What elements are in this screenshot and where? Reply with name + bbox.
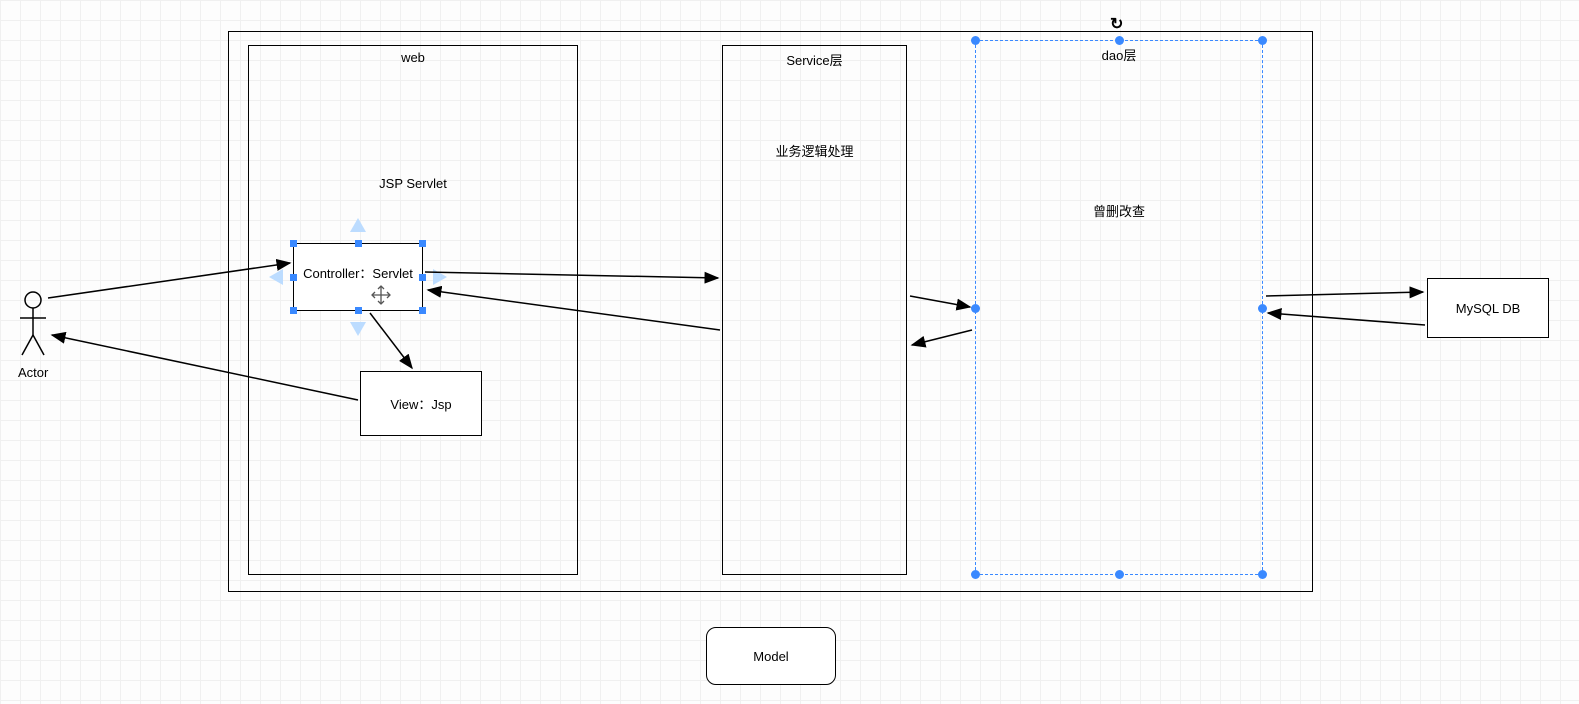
web-subtitle: JSP Servlet <box>379 176 447 191</box>
service-subtitle: 业务逻辑处理 <box>775 141 853 160</box>
actor-label: Actor <box>18 365 48 380</box>
web-title: web <box>249 46 577 65</box>
view-label: View：Jsp <box>390 394 451 413</box>
controller-box[interactable]: Controller：Servlet <box>293 243 423 311</box>
mysql-label: MySQL DB <box>1456 301 1521 316</box>
model-box[interactable]: Model <box>706 627 836 685</box>
service-title: Service层 <box>723 46 906 69</box>
dao-layer-box[interactable]: dao层 曾删改查 <box>975 40 1263 575</box>
view-box[interactable]: View：Jsp <box>360 371 482 436</box>
mysql-box[interactable]: MySQL DB <box>1427 278 1549 338</box>
controller-label: Controller：Servlet <box>303 263 413 282</box>
rotate-icon[interactable]: ↻ <box>1110 14 1123 34</box>
actor-icon[interactable] <box>18 290 48 360</box>
service-layer-box[interactable]: Service层 业务逻辑处理 <box>722 45 907 575</box>
dao-subtitle: 曾删改查 <box>1093 201 1145 220</box>
model-label: Model <box>753 649 788 664</box>
